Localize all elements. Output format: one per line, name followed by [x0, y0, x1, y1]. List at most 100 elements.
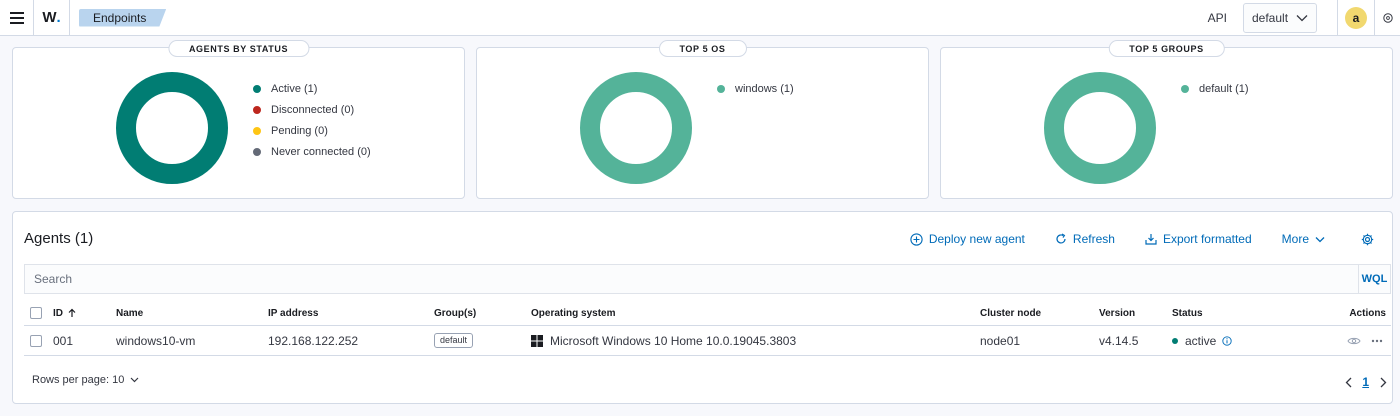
panel-agents-by-status: AGENTS BY STATUS Active (1) Disconnected…: [12, 40, 465, 199]
row-select-cell: [30, 334, 42, 347]
column-header-name[interactable]: Name: [116, 308, 143, 319]
legend-swatch: [253, 84, 261, 93]
next-page-button[interactable]: [1375, 373, 1391, 391]
chevron-down-icon: [1315, 236, 1325, 242]
deploy-new-agent-label: Deploy new agent: [928, 232, 1025, 246]
status-donut-chart[interactable]: [116, 72, 228, 184]
panel-top-os: TOP 5 OS windows (1): [476, 40, 929, 199]
column-header-actions: Actions: [1349, 307, 1386, 319]
cell-cluster: node01: [980, 333, 1021, 348]
legend-item[interactable]: Pending (0): [253, 120, 371, 141]
agents-toolbar: Deploy new agent Refresh Export formatte…: [910, 230, 1392, 248]
hamburger-icon: [9, 11, 24, 24]
donut-ring: [1044, 72, 1156, 184]
cell-group: default: [434, 333, 474, 348]
table-row[interactable]: 001 windows10-vm 192.168.122.252 default…: [24, 326, 1391, 356]
os-label: Microsoft Windows 10 Home 10.0.19045.380…: [550, 333, 797, 348]
legend-label: Disconnected (0): [271, 103, 355, 116]
export-formatted-button[interactable]: Export formatted: [1145, 232, 1252, 246]
groups-donut-chart[interactable]: [1044, 72, 1156, 184]
column-header-os[interactable]: Operating system: [531, 308, 615, 319]
pagination-bar: Rows per page: 10 1: [24, 373, 1391, 391]
donut-ring: [116, 72, 228, 184]
status-legend: Active (1) Disconnected (0) Pending (0) …: [253, 78, 371, 162]
more-label: More: [1281, 232, 1309, 246]
plus-circle-icon: [910, 232, 923, 246]
cell-name: windows10-vm: [116, 333, 196, 348]
column-header-label: ID: [53, 307, 63, 319]
rows-per-page-label: Rows per page: 10: [32, 374, 125, 386]
panel-title: TOP 5 OS: [658, 40, 747, 57]
column-header-ip[interactable]: IP address: [268, 308, 318, 319]
refresh-icon: [1056, 233, 1066, 244]
cell-ip: 192.168.122.252: [268, 333, 359, 348]
logo-letter: W: [42, 9, 57, 26]
info-icon[interactable]: [1222, 335, 1233, 346]
space-select[interactable]: default: [1243, 3, 1317, 33]
legend-item[interactable]: default (1): [1181, 78, 1249, 99]
table-settings-button[interactable]: [1361, 233, 1374, 246]
legend-item[interactable]: Never connected (0): [253, 141, 371, 162]
deploy-new-agent-button[interactable]: Deploy new agent: [910, 232, 1025, 246]
select-all-checkbox[interactable]: [30, 307, 42, 319]
windows-icon: [531, 334, 543, 347]
legend-swatch: [253, 147, 261, 156]
space-select-value: default: [1252, 11, 1289, 25]
wql-button[interactable]: WQL: [1358, 265, 1390, 293]
groups-legend: default (1): [1181, 78, 1249, 99]
column-header-id[interactable]: ID: [53, 308, 77, 319]
cell-actions: [1347, 336, 1383, 346]
column-header-cluster[interactable]: Cluster node: [980, 308, 1041, 319]
group-badge[interactable]: default: [434, 333, 474, 348]
legend-swatch: [253, 105, 261, 114]
donut-ring: [580, 72, 692, 184]
chevron-right-icon: [1380, 377, 1386, 387]
search-input[interactable]: [25, 265, 1358, 293]
help-button[interactable]: [1375, 0, 1400, 36]
column-header-groups[interactable]: Group(s): [434, 308, 476, 319]
breadcrumb-endpoints[interactable]: Endpoints: [79, 8, 167, 27]
api-link[interactable]: API: [1208, 11, 1227, 25]
rows-per-page-button[interactable]: Rows per page: 10: [32, 374, 139, 386]
agents-table: ID Name IP address Group(s) Operating sy…: [24, 301, 1391, 356]
panel-title: AGENTS BY STATUS: [167, 40, 310, 57]
legend-item[interactable]: windows (1): [717, 78, 794, 99]
refresh-label: Refresh: [1072, 232, 1115, 246]
menu-button[interactable]: [0, 0, 34, 36]
help-icon: [1382, 13, 1393, 23]
row-checkbox[interactable]: [30, 334, 42, 347]
legend-label: windows (1): [735, 82, 794, 95]
app-logo[interactable]: W.: [34, 0, 70, 36]
user-menu[interactable]: a: [1338, 0, 1374, 36]
header-right: API default a: [1208, 0, 1400, 36]
os-donut-chart[interactable]: [580, 72, 692, 184]
column-header-version[interactable]: Version: [1099, 308, 1135, 319]
chevron-left-icon: [1345, 377, 1352, 387]
eye-icon[interactable]: [1347, 336, 1361, 346]
legend-item[interactable]: Active (1): [253, 78, 371, 99]
table-header-row: ID Name IP address Group(s) Operating sy…: [24, 301, 1391, 326]
column-header-status[interactable]: Status: [1172, 308, 1203, 319]
cell-version: v4.14.5: [1099, 333, 1139, 348]
status-label: active: [1185, 333, 1217, 348]
legend-label: Pending (0): [271, 124, 328, 137]
cell-id: 001: [53, 333, 74, 348]
panel-top-groups: TOP 5 GROUPS default (1): [940, 40, 1393, 199]
legend-item[interactable]: Disconnected (0): [253, 99, 371, 120]
refresh-button[interactable]: Refresh: [1055, 232, 1115, 246]
legend-label: default (1): [1199, 82, 1249, 95]
legend-label: Active (1): [271, 82, 318, 95]
legend-swatch: [1181, 84, 1189, 93]
cell-status: active: [1172, 333, 1233, 348]
avatar: a: [1345, 7, 1367, 29]
select-all-cell: [30, 307, 42, 319]
sort-ascending-icon: [68, 308, 76, 317]
more-actions-icon[interactable]: [1371, 339, 1383, 343]
more-button[interactable]: More: [1282, 232, 1331, 246]
top-header: W. Endpoints API default a: [0, 0, 1400, 36]
previous-page-button[interactable]: [1340, 373, 1356, 391]
page-number-button[interactable]: 1: [1362, 375, 1369, 389]
export-formatted-label: Export formatted: [1162, 232, 1252, 246]
agents-panel: Agents (1) Deploy new agent Refresh Expo…: [12, 211, 1393, 404]
legend-swatch: [253, 126, 261, 135]
